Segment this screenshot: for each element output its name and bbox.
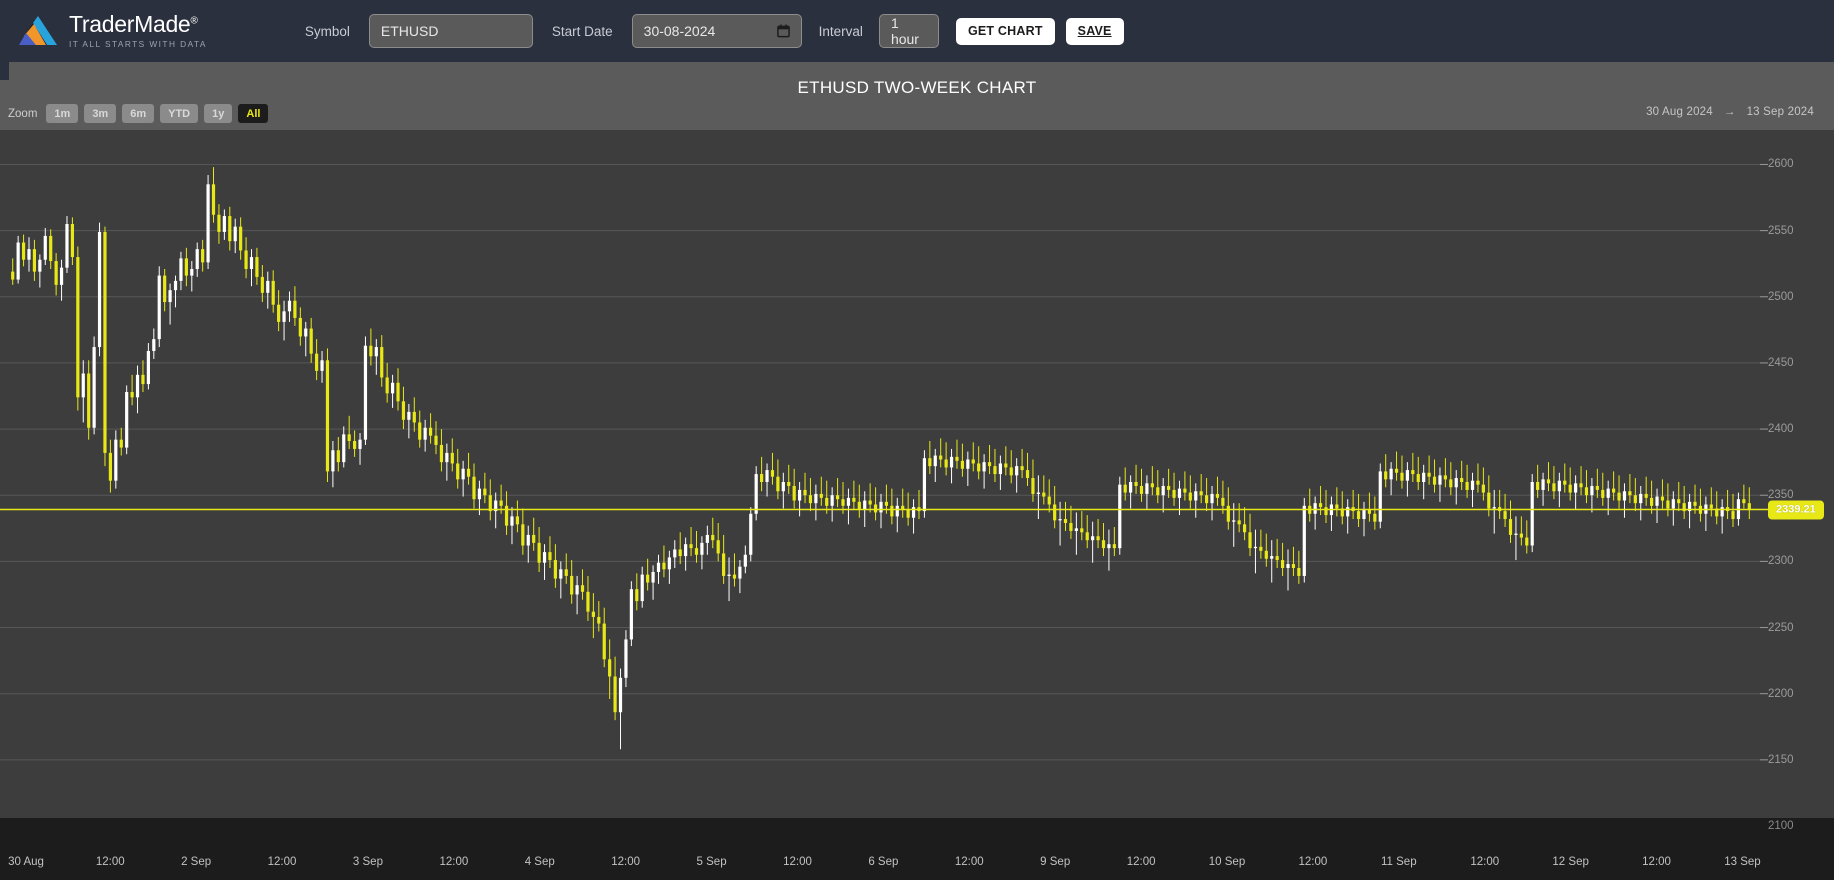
interval-select[interactable]: 1 hour [878,14,939,48]
x-axis-tick-label: 11 Sep [1381,856,1417,868]
zoom-button-1m[interactable]: 1m [46,104,79,123]
chart-title: ETHUSD TWO-WEEK CHART [797,78,1037,97]
x-axis-tick-label: 30 Aug [8,856,44,868]
range-start: 30 Aug 2024 [1646,106,1713,118]
x-axis-tick-label: 12:00 [267,856,297,868]
app-header: TraderMade® IT ALL STARTS WITH DATA Symb… [0,0,1834,62]
current-price-badge: 2339.21 [1768,500,1824,519]
logo-registered-mark: ® [190,15,198,27]
get-chart-label: GET CHART [967,24,1043,38]
x-axis-tick-label: 12:00 [1470,856,1500,868]
save-label: SAVE [1077,24,1112,38]
x-axis-tick-label: 12:00 [1126,856,1156,868]
zoom-button-label: 6m [130,107,147,120]
logo-name: TraderMade [69,11,191,37]
range-end: 13 Sep 2024 [1746,106,1814,118]
logo-tagline: IT ALL STARTS WITH DATA [69,39,207,49]
zoom-button-group: 1m 3m 6m YTD 1y All [46,104,269,123]
x-axis-tick-label: 12 Sep [1552,856,1589,868]
x-axis-tick-label: 3 Sep [352,856,383,868]
chart-panel: ETHUSD TWO-WEEK CHART Zoom 1m 3m 6m YTD 1y Al… [0,62,1834,880]
save-button[interactable]: SAVE [1065,17,1124,45]
x-axis-tick-label: 12:00 [1642,856,1671,868]
zoom-button-label: 3m [92,107,109,120]
calendar-icon[interactable] [776,24,790,38]
candlestick-plot[interactable]: 2600 2550 2500 2450 2400 2350 2300 2250 2200 2150… [0,130,1834,880]
start-date-label: Start Date [551,23,613,39]
x-axis-tick-label: 10 Sep [1208,856,1246,868]
start-date-input[interactable]: 30-08-2024 [631,14,802,48]
get-chart-button[interactable]: GET CHART [955,17,1055,45]
plot-svg[interactable] [0,130,1834,880]
x-axis-tick-label: 4 Sep [524,856,555,868]
x-axis-tick-label: 9 Sep [1040,856,1071,868]
zoom-button-label: 1y [212,107,225,120]
tradermade-logo: TraderMade® IT ALL STARTS WITH DATA [16,13,207,49]
interval-value: 1 hour [890,15,919,47]
zoom-button-label: 1m [54,107,71,120]
x-axis-tick-label: 12:00 [954,856,984,868]
date-range-display: 30 Aug 2024 → 13 Sep 2024 [1646,106,1814,118]
zoom-button-ytd[interactable]: YTD [160,104,199,123]
zoom-button-6m[interactable]: 6m [122,104,155,123]
x-axis-tick-label: 12:00 [783,856,812,868]
zoom-button-3m[interactable]: 3m [84,104,117,123]
x-axis-tick-label: 2 Sep [181,856,212,868]
x-axis-tick-label: 6 Sep [868,856,899,868]
zoom-button-label: YTD [168,107,191,120]
x-axis-tick-label: 13 Sep [1724,856,1761,868]
zoom-label: Zoom [8,107,38,120]
interval-label: Interval [818,23,863,39]
symbol-label: Symbol [304,23,350,39]
logo-wordmark: TraderMade® [69,13,207,36]
zoom-button-all[interactable]: All [238,104,269,123]
x-axis-tick-label: 5 Sep [696,856,727,868]
zoom-button-1y[interactable]: 1y [204,104,233,123]
x-axis-tick-label: 12:00 [95,856,125,868]
logo-mark-icon [19,16,57,45]
zoom-button-label: All [246,107,261,120]
symbol-value: ETHUSD [380,23,439,39]
chart-controls-form: Symbol ETHUSD Start Date 30-08-2024 Inte… [305,14,1124,48]
symbol-input[interactable]: ETHUSD [368,14,533,48]
zoom-range-selector: Zoom 1m 3m 6m YTD 1y All [8,104,269,123]
x-axis-tick-label: 12:00 [439,856,469,868]
x-axis-tick-label: 12:00 [611,856,641,868]
start-date-value: 30-08-2024 [643,23,716,39]
x-axis-tick-label: 12:00 [1298,856,1328,868]
range-arrow-icon: → [1723,106,1736,118]
